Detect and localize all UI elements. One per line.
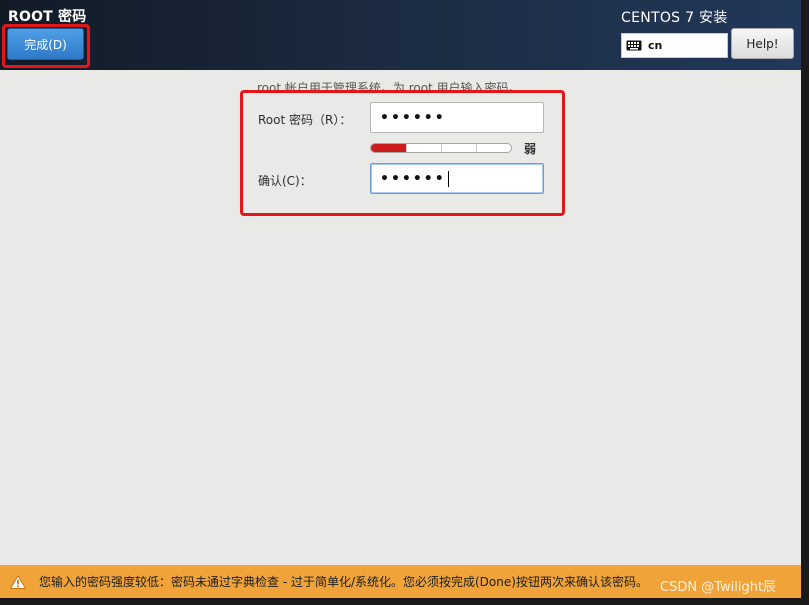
warning-message: 您输入的密码强度较低：密码未通过字典检查 - 过于简单化/系统化。您必须按完成(… <box>39 575 648 589</box>
password-strength-meter <box>370 143 512 153</box>
strength-meter-divider <box>441 144 442 152</box>
confirm-password-value: •••••• <box>380 170 446 187</box>
keyboard-icon <box>626 40 642 51</box>
strength-meter-divider <box>406 144 407 152</box>
text-cursor <box>447 170 449 187</box>
strength-meter-divider <box>476 144 477 152</box>
window-shadow <box>0 598 809 605</box>
root-password-label: Root 密码（R）： <box>258 113 352 127</box>
window-shadow <box>801 0 809 605</box>
header-bar: ROOT 密码 完成(D) CENTOS 7 安装 cn Help! <box>0 0 801 70</box>
strength-label: 弱 <box>524 142 537 156</box>
help-button[interactable]: Help! <box>731 28 794 59</box>
strength-meter-fill <box>371 144 406 152</box>
confirm-password-field[interactable]: •••••• <box>370 163 544 194</box>
page-title: ROOT 密码 <box>8 9 87 25</box>
keyboard-layout-label: cn <box>648 39 663 52</box>
watermark: CSDN @Twilight辰 <box>660 580 777 595</box>
root-password-field[interactable]: •••••• <box>370 102 544 133</box>
installer-window: ROOT 密码 完成(D) CENTOS 7 安装 cn Help! root … <box>0 0 801 598</box>
confirm-password-label: 确认(C)： <box>258 174 312 188</box>
keyboard-layout-indicator[interactable]: cn <box>621 33 728 58</box>
warning-icon <box>10 574 26 589</box>
done-button[interactable]: 完成(D) <box>7 28 84 60</box>
root-password-value: •••••• <box>380 109 446 126</box>
product-title: CENTOS 7 安装 <box>621 10 728 26</box>
